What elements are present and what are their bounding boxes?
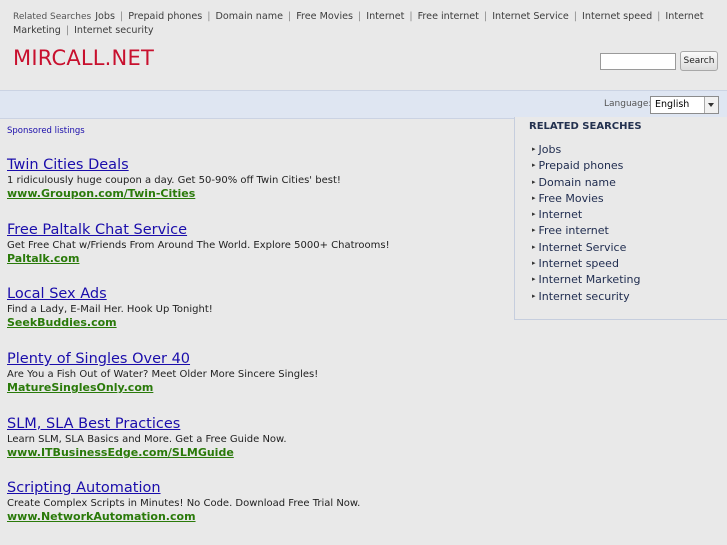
language-bar: Language: English	[0, 90, 727, 119]
bullet-icon: ▸	[532, 242, 536, 251]
listing-url-link[interactable]: Paltalk.com	[7, 252, 507, 266]
related-search-link[interactable]: Domain name	[216, 11, 283, 22]
listing-title-link[interactable]: Local Sex Ads	[7, 285, 507, 303]
related-search-link[interactable]: Internet Marketing	[539, 273, 641, 286]
bullet-icon: ▸	[532, 161, 536, 170]
link-separator: |	[65, 25, 70, 36]
link-separator: |	[483, 11, 488, 22]
link-separator: |	[657, 11, 661, 22]
listing-url-link[interactable]: MatureSinglesOnly.com	[7, 381, 507, 395]
related-searches-panel: RELATED SEARCHES ▸ Jobs ▸ Prepaid phones ▸ Do…	[514, 117, 727, 320]
listing-url-link[interactable]: www.NetworkAutomation.com	[7, 510, 507, 524]
listing-description: Are You a Fish Out of Water? Meet Older …	[7, 369, 319, 380]
related-search-link[interactable]: Free internet	[539, 224, 609, 237]
related-search-item: ▸ Internet speed	[532, 255, 641, 271]
bullet-icon: ▸	[532, 145, 536, 153]
chevron-down-icon[interactable]	[704, 97, 718, 113]
language-selected-value: English	[655, 99, 690, 110]
listing-title-link[interactable]: Free Paltalk Chat Service	[7, 221, 507, 239]
link-separator: |	[409, 11, 413, 22]
related-search-link[interactable]: Jobs	[95, 11, 115, 22]
listing-title-link[interactable]: Scripting Automation	[7, 479, 507, 497]
related-search-item: ▸ Free internet	[532, 222, 641, 238]
listing-title-link[interactable]: Plenty of Singles Over 40	[7, 350, 507, 368]
related-search-item: ▸ Internet Service	[532, 239, 641, 255]
related-search-link[interactable]: Free Movies	[296, 11, 353, 22]
listing-description: Find a Lady, E-Mail Her. Hook Up Tonight…	[7, 304, 213, 315]
listing-description: Learn SLM, SLA Basics and More. Get a Fr…	[7, 434, 287, 445]
listing-title-link[interactable]: Twin Cities Deals	[7, 156, 507, 174]
sponsored-listings-label: Sponsored listings	[7, 126, 85, 136]
related-search-item: ▸ Internet security	[532, 288, 641, 304]
related-search-link[interactable]: Internet	[366, 11, 404, 22]
related-search-link[interactable]: Prepaid phones	[539, 159, 624, 172]
bullet-icon: ▸	[532, 275, 536, 284]
related-search-item: ▸ Domain name	[532, 174, 641, 190]
bullet-icon: ▸	[532, 210, 536, 219]
related-search-link[interactable]: Internet	[539, 208, 583, 221]
bullet-icon: ▸	[532, 193, 536, 202]
bullet-icon: ▸	[532, 177, 536, 186]
related-search-item: ▸ Internet	[532, 206, 641, 222]
related-search-item: ▸ Prepaid phones	[532, 157, 641, 173]
bullet-icon: ▸	[532, 291, 536, 300]
listing-title-link[interactable]: SLM, SLA Best Practices	[7, 415, 507, 433]
related-searches-label: Related Searches	[13, 12, 92, 22]
related-searches-list: ▸ Jobs ▸ Prepaid phones ▸ Domain name ▸ Free Mo…	[532, 141, 641, 304]
related-search-item: ▸ Internet Marketing	[532, 271, 641, 287]
sponsored-listing: Scripting Automation Create Complex Scri…	[7, 479, 507, 524]
link-separator: |	[119, 11, 124, 22]
link-separator: |	[358, 11, 362, 22]
related-searches-heading: RELATED SEARCHES	[529, 121, 642, 132]
related-searches-bar: Related Searches Jobs | Prepaid phones | Doma…	[13, 10, 713, 38]
sponsored-listing: SLM, SLA Best Practices Learn SLM, SLA B…	[7, 415, 507, 460]
link-separator: |	[573, 11, 578, 22]
related-search-link[interactable]: Internet speed	[539, 257, 619, 270]
link-separator: |	[207, 11, 211, 22]
listing-url-link[interactable]: www.Groupon.com/Twin-Cities	[7, 187, 507, 201]
related-search-link[interactable]: Free internet	[418, 11, 479, 22]
search-input[interactable]	[600, 53, 676, 70]
sponsored-listing: Local Sex Ads Find a Lady, E-Mail Her. H…	[7, 285, 507, 330]
listing-description: Get Free Chat w/Friends From Around The …	[7, 240, 390, 251]
language-label: Language:	[604, 99, 652, 109]
listing-url-link[interactable]: www.ITBusinessEdge.com/SLMGuide	[7, 446, 507, 460]
sponsored-listing: Free Paltalk Chat Service Get Free Chat …	[7, 221, 507, 266]
bullet-icon: ▸	[532, 259, 536, 268]
related-search-item: ▸ Free Movies	[532, 190, 641, 206]
sponsored-listing: Twin Cities Deals 1 ridiculously huge co…	[7, 156, 507, 201]
related-search-link[interactable]: Internet Service	[492, 11, 569, 22]
related-search-link[interactable]: Internet security	[74, 25, 153, 36]
related-search-link[interactable]: Internet speed	[582, 11, 652, 22]
language-select[interactable]: English	[650, 96, 719, 114]
search-button[interactable]: Search	[680, 51, 718, 71]
link-separator: |	[287, 11, 292, 22]
related-search-link[interactable]: Domain name	[539, 176, 616, 189]
related-search-item: ▸ Jobs	[532, 141, 641, 157]
related-search-link[interactable]: Jobs	[539, 143, 562, 156]
related-search-link[interactable]: Prepaid phones	[128, 11, 202, 22]
sponsored-listing: Plenty of Singles Over 40 Are You a Fish…	[7, 350, 507, 395]
listing-url-link[interactable]: SeekBuddies.com	[7, 316, 507, 330]
related-search-link[interactable]: Internet Service	[539, 241, 627, 254]
related-search-link[interactable]: Internet security	[539, 290, 630, 303]
related-search-link[interactable]: Free Movies	[539, 192, 604, 205]
listing-description: Create Complex Scripts in Minutes! No Co…	[7, 498, 361, 509]
site-logo[interactable]: MIRCALL.NET	[13, 46, 154, 70]
bullet-icon: ▸	[532, 226, 536, 235]
listing-description: 1 ridiculously huge coupon a day. Get 50…	[7, 175, 341, 186]
